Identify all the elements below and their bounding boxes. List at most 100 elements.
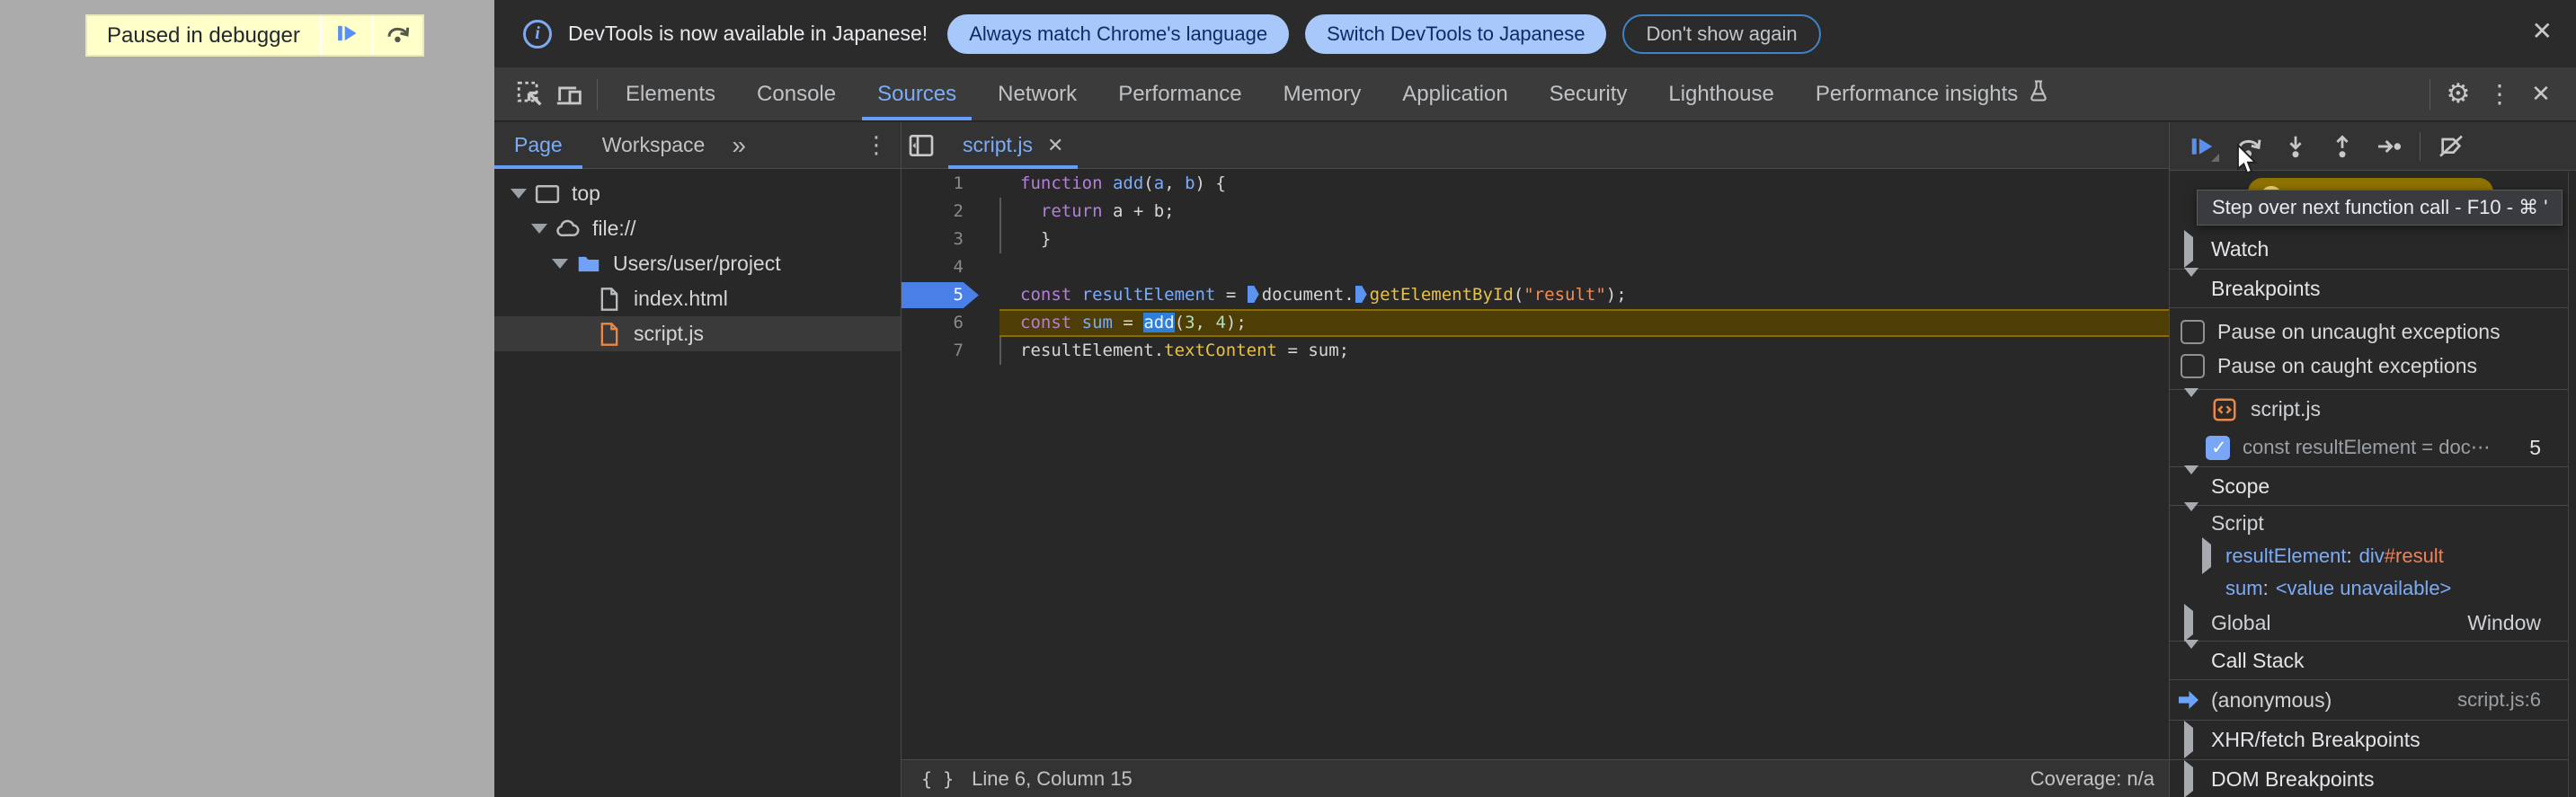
code-line-1[interactable]: 1 function add(a, b) { <box>902 170 2169 198</box>
inspect-element-icon[interactable] <box>511 75 550 114</box>
expander-down-icon[interactable] <box>552 259 575 269</box>
tree-item-label: file:// <box>592 217 636 240</box>
line-number-gutter[interactable]: 3 <box>902 226 999 253</box>
step-over-quick-button[interactable] <box>370 16 422 55</box>
tab-label: Performance insights <box>1815 81 2019 106</box>
section-expander-right-icon[interactable] <box>2202 537 2225 574</box>
section-expander-right-icon[interactable] <box>2184 229 2211 268</box>
scope-variable-sum[interactable]: sum: <value unavailable> <box>2170 572 2568 605</box>
line-number-gutter[interactable]: 2 <box>902 198 999 226</box>
close-tab-icon[interactable]: ✕ <box>1047 134 1063 157</box>
pause-exceptions-row[interactable]: Pause on uncaught exceptions <box>2170 314 2568 349</box>
inline-breakpoint-marker-icon[interactable] <box>1355 286 1367 303</box>
scope-variable-resultelement[interactable]: resultElement: div #result <box>2170 537 2568 574</box>
settings-gear-icon[interactable]: ⚙ <box>2438 74 2479 115</box>
breakpoint-checkbox[interactable] <box>2206 435 2230 460</box>
notification-action-button[interactable]: Switch DevTools to Japanese <box>1305 13 1607 54</box>
variable-name: resultElement <box>2225 545 2347 567</box>
code-token: sum <box>1081 313 1113 332</box>
line-number-gutter[interactable]: 6 <box>902 309 999 337</box>
section-expander-down-icon[interactable] <box>2184 267 2211 301</box>
tree-item-index-html[interactable]: index.html <box>494 281 901 316</box>
resume-script-button[interactable] <box>2179 126 2225 167</box>
navigator-kebab-icon[interactable]: ⋮ <box>865 131 888 159</box>
section-expander-down-icon[interactable] <box>2184 388 2211 421</box>
call-stack-frame[interactable]: (anonymous) script.js:6 <box>2170 680 2568 720</box>
line-number-gutter[interactable]: 1 <box>902 170 999 198</box>
tab-console[interactable]: Console <box>738 67 855 120</box>
tab-performance-insights[interactable]: Performance insights <box>1797 67 2069 120</box>
checkbox[interactable] <box>2181 319 2205 344</box>
tab-label: Lighthouse <box>1668 81 1774 106</box>
code-token: ( <box>1513 285 1524 305</box>
tab-application[interactable]: Application <box>1383 67 1526 120</box>
device-toolbar-icon[interactable] <box>550 75 590 114</box>
line-number: 1 <box>953 173 964 193</box>
expander-down-icon[interactable] <box>511 189 534 199</box>
section-header-breakpoints[interactable]: Breakpoints <box>2170 267 2568 308</box>
tab-elements[interactable]: Elements <box>607 67 734 120</box>
devtools-screenshot: Paused in debugger i DevTools is now ava… <box>0 0 2576 797</box>
code-line-3[interactable]: 3 } <box>902 226 2169 253</box>
line-number-gutter[interactable]: 5 <box>902 281 999 309</box>
step-button[interactable] <box>2366 126 2412 167</box>
section-header-dom-breakpoints[interactable]: DOM Breakpoints <box>2170 759 2568 797</box>
tree-item-users-user-project[interactable]: Users/user/project <box>494 246 901 281</box>
tab-lighthouse[interactable]: Lighthouse <box>1649 67 1792 120</box>
scope-section-global[interactable]: Global Window <box>2170 603 2568 642</box>
resume-script-button[interactable] <box>319 16 371 55</box>
code-line-7[interactable]: 7 resultElement.textContent = sum; <box>902 337 2169 365</box>
sidebar-tab-page[interactable]: Page <box>494 122 582 169</box>
tree-item-label: script.js <box>634 322 704 345</box>
more-tabs-icon[interactable]: » <box>732 131 746 160</box>
notification-action-button[interactable]: Always match Chrome's language <box>947 13 1290 54</box>
code-line-5[interactable]: 5 const resultElement = document. getEleme… <box>902 281 2169 309</box>
tab-network[interactable]: Network <box>979 67 1096 120</box>
code-line-2[interactable]: 2 return a + b; <box>902 198 2169 226</box>
checkbox[interactable] <box>2181 353 2205 378</box>
step-into-button[interactable] <box>2272 126 2319 167</box>
notification-action-button[interactable]: Don't show again <box>1622 13 1821 54</box>
editor-tab-scriptjs[interactable]: script.js ✕ <box>946 122 1079 169</box>
pretty-print-icon[interactable]: { } <box>921 768 954 790</box>
tab-performance[interactable]: Performance <box>1099 67 1260 120</box>
scope-section-script[interactable]: Script <box>2170 501 2568 540</box>
section-expander-right-icon[interactable] <box>2184 760 2211 797</box>
code-line-6[interactable]: 6 const sum = add(3, 4); <box>902 309 2169 337</box>
step-out-button[interactable] <box>2319 126 2366 167</box>
tree-item-script-js[interactable]: script.js <box>494 316 901 351</box>
deactivate-breakpoints-button[interactable] <box>2428 126 2474 167</box>
close-devtools-icon[interactable]: ✕ <box>2520 74 2562 115</box>
more-options-kebab-icon[interactable]: ⋮ <box>2479 74 2520 115</box>
section-expander-right-icon[interactable] <box>2184 721 2211 758</box>
line-number-gutter[interactable]: 4 <box>902 253 999 281</box>
breakpoint-entry[interactable]: const resultElement = doc⋯ 5 <box>2170 429 2568 466</box>
code-area[interactable]: 1 function add(a, b) {2 return a + b; 3 } 4… <box>902 169 2169 759</box>
line-number-gutter[interactable]: 7 <box>902 337 999 365</box>
section-header-watch[interactable]: Watch <box>2170 229 2568 269</box>
section-expander-down-icon[interactable] <box>2184 501 2211 536</box>
toggle-navigator-panel-icon[interactable] <box>902 126 941 165</box>
pause-exceptions-row[interactable]: Pause on caught exceptions <box>2170 349 2568 383</box>
inline-breakpoint-marker-icon[interactable] <box>1247 286 1259 303</box>
section-header-scope[interactable]: Scope <box>2170 465 2568 506</box>
code-token: ); <box>1605 285 1627 305</box>
notification-close-icon[interactable]: ✕ <box>2532 16 2553 46</box>
tree-item-file-[interactable]: file:// <box>494 211 901 246</box>
section-header-call-stack[interactable]: Call Stack <box>2170 639 2568 680</box>
section-header-xhr-fetch-breakpoints[interactable]: XHR/fetch Breakpoints <box>2170 720 2568 759</box>
code-token: ); <box>1225 313 1247 332</box>
breakpoint-group-script-js[interactable]: script.js <box>2170 388 2568 429</box>
tree-item-top[interactable]: top <box>494 176 901 211</box>
tab-memory[interactable]: Memory <box>1265 67 1381 120</box>
section-header-label: Breakpoints <box>2211 276 2321 300</box>
expander-down-icon[interactable] <box>531 224 555 234</box>
tab-security[interactable]: Security <box>1531 67 1647 120</box>
tab-sources[interactable]: Sources <box>858 67 975 120</box>
section-expander-down-icon[interactable] <box>2184 639 2211 673</box>
step-over-tooltip: Step over next function call - F10 - ⌘ ' <box>2197 190 2563 226</box>
section-expander-right-icon[interactable] <box>2184 603 2211 642</box>
section-expander-down-icon[interactable] <box>2184 465 2211 499</box>
code-line-4[interactable]: 4 <box>902 253 2169 281</box>
sidebar-tab-workspace[interactable]: Workspace <box>582 122 725 168</box>
